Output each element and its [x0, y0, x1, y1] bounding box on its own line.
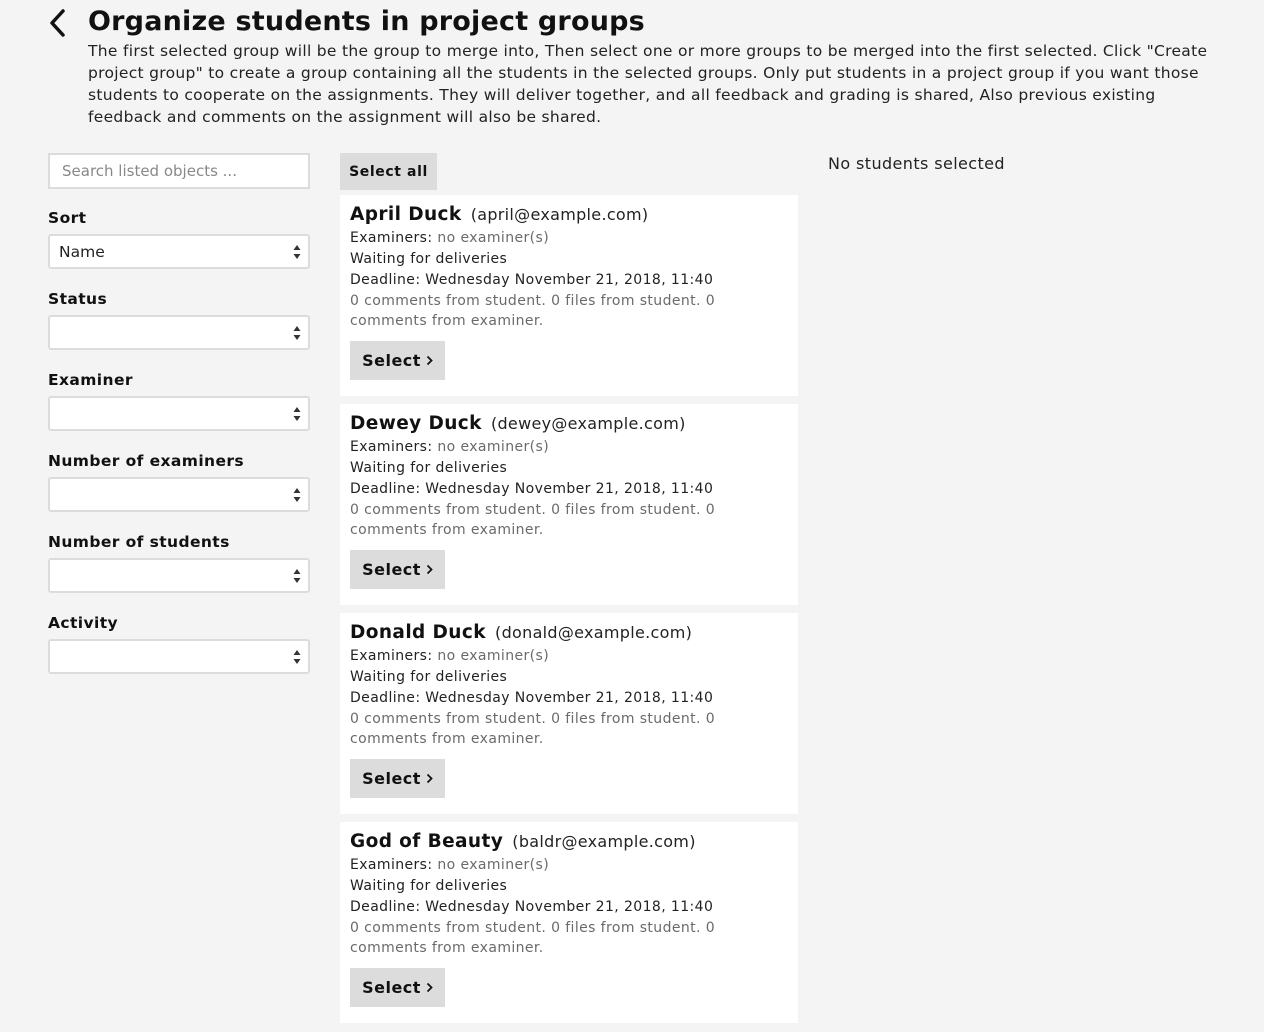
select-button-label: Select [362, 351, 421, 370]
comment-stats: 0 comments from student. 0 files from st… [350, 502, 716, 538]
back-button[interactable] [44, 8, 72, 38]
delivery-status: Waiting for deliveries [350, 669, 508, 685]
deadline: Deadline: Wednesday November 21, 2018, 1… [350, 272, 714, 288]
student-name: God of Beauty [350, 831, 504, 852]
examiners-line: Examiners: no examiner(s) [350, 646, 788, 667]
activity-select[interactable] [48, 639, 310, 674]
group-card-header: Donald Duck (donald@example.com) [350, 622, 788, 646]
examiners-value: no examiner(s) [437, 230, 550, 246]
search-input[interactable] [48, 153, 310, 189]
select-all-button[interactable]: Select all [340, 153, 437, 190]
examiners-label: Examiners: [350, 857, 433, 873]
examiners-value: no examiner(s) [437, 857, 550, 873]
select-arrows-icon [293, 650, 301, 664]
num-students-select[interactable] [48, 558, 310, 593]
select-arrows-icon [293, 488, 301, 502]
chevron-right-icon [426, 355, 433, 366]
student-email: (donald@example.com) [495, 623, 693, 642]
examiners-label: Examiners: [350, 648, 433, 664]
comment-stats: 0 comments from student. 0 files from st… [350, 920, 716, 956]
select-arrows-icon [293, 569, 301, 583]
examiners-value: no examiner(s) [437, 439, 550, 455]
select-group-button[interactable]: Select [350, 968, 445, 1007]
select-button-label: Select [362, 769, 421, 788]
status-select[interactable] [48, 315, 310, 350]
delivery-status: Waiting for deliveries [350, 878, 508, 894]
num-examiners-label: Number of examiners [48, 452, 245, 470]
group-card: April Duck (april@example.com) Examiners… [340, 195, 798, 396]
num-examiners-select[interactable] [48, 477, 310, 512]
student-email: (dewey@example.com) [490, 414, 686, 433]
student-email: (april@example.com) [470, 205, 649, 224]
activity-label: Activity [48, 614, 119, 632]
chevron-right-icon [426, 982, 433, 993]
chevron-right-icon [426, 564, 433, 575]
examiners-label: Examiners: [350, 230, 433, 246]
examiners-line: Examiners: no examiner(s) [350, 228, 788, 249]
organize-project-groups-page: Organize students in project groups The … [0, 0, 1264, 1032]
comment-stats: 0 comments from student. 0 files from st… [350, 293, 716, 329]
deadline: Deadline: Wednesday November 21, 2018, 1… [350, 690, 714, 706]
student-email: (baldr@example.com) [512, 832, 696, 851]
select-arrows-icon [293, 326, 301, 340]
examiners-label: Examiners: [350, 439, 433, 455]
examiner-label: Examiner [48, 371, 133, 389]
page-description: The first selected group will be the gro… [88, 42, 1208, 126]
select-group-button[interactable]: Select [350, 550, 445, 589]
select-arrows-icon [293, 407, 301, 421]
comment-stats: 0 comments from student. 0 files from st… [350, 711, 716, 747]
select-arrows-icon [293, 245, 301, 259]
delivery-status: Waiting for deliveries [350, 460, 508, 476]
deadline: Deadline: Wednesday November 21, 2018, 1… [350, 899, 714, 915]
student-name: Dewey Duck [350, 413, 482, 434]
group-card: Dewey Duck (dewey@example.com) Examiners… [340, 404, 798, 605]
chevron-left-icon [50, 9, 65, 37]
delivery-status: Waiting for deliveries [350, 251, 508, 267]
chevron-right-icon [426, 773, 433, 784]
no-students-selected-text: No students selected [828, 154, 1005, 173]
student-name: April Duck [350, 204, 462, 225]
group-card: God of Beauty (baldr@example.com) Examin… [340, 822, 798, 1023]
page-title: Organize students in project groups [88, 6, 645, 37]
examiners-value: no examiner(s) [437, 648, 550, 664]
status-label: Status [48, 290, 108, 308]
deadline: Deadline: Wednesday November 21, 2018, 1… [350, 481, 714, 497]
select-button-label: Select [362, 560, 421, 579]
group-card-header: Dewey Duck (dewey@example.com) [350, 413, 788, 437]
sort-select[interactable]: Name [48, 234, 310, 269]
group-card-header: God of Beauty (baldr@example.com) [350, 831, 788, 855]
select-button-label: Select [362, 978, 421, 997]
group-card-header: April Duck (april@example.com) [350, 204, 788, 228]
sort-label: Sort [48, 209, 87, 227]
num-students-label: Number of students [48, 533, 230, 551]
student-name: Donald Duck [350, 622, 486, 643]
group-card: Donald Duck (donald@example.com) Examine… [340, 613, 798, 814]
examiner-select[interactable] [48, 396, 310, 431]
examiners-line: Examiners: no examiner(s) [350, 855, 788, 876]
select-group-button[interactable]: Select [350, 759, 445, 798]
select-group-button[interactable]: Select [350, 341, 445, 380]
examiners-line: Examiners: no examiner(s) [350, 437, 788, 458]
sort-select-value: Name [59, 242, 105, 261]
